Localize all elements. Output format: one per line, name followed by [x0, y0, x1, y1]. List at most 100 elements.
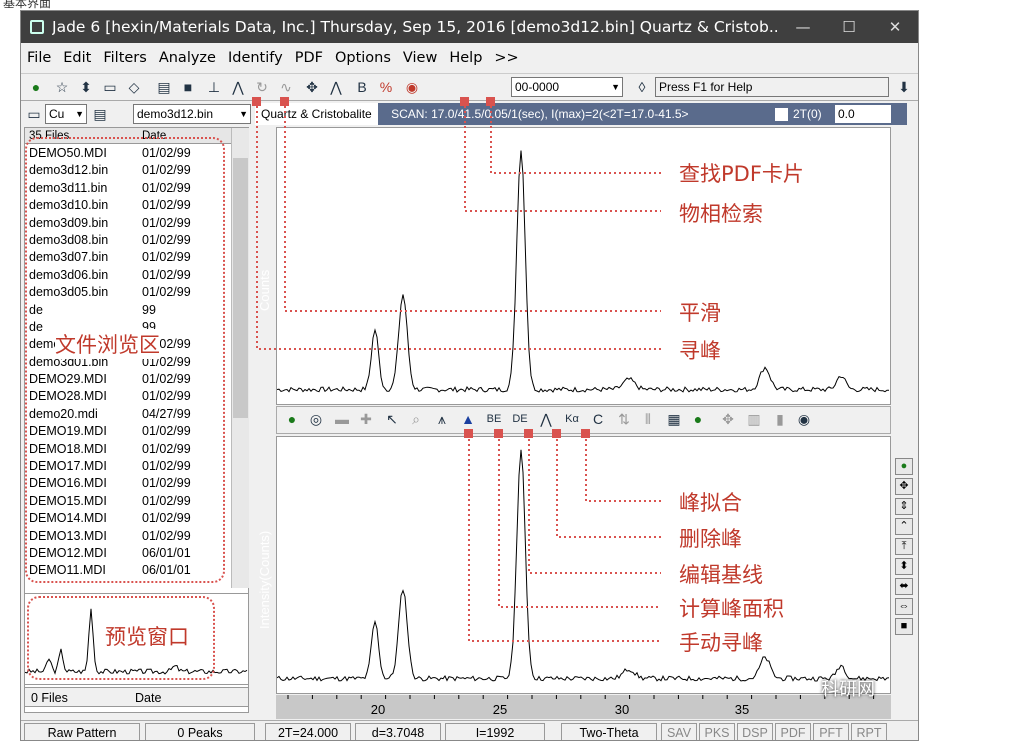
tab-dsp[interactable]: DSP: [737, 723, 773, 740]
peak-fit-icon[interactable]: ⋀: [535, 409, 557, 430]
tab-pks[interactable]: PKS: [699, 723, 735, 740]
plus-icon[interactable]: ✚: [355, 409, 377, 430]
noise-icon[interactable]: ∿: [275, 77, 297, 98]
menu-pdf[interactable]: PDF: [289, 50, 329, 66]
bottom-file-count: 0 Files: [31, 691, 68, 705]
menu-help[interactable]: Help: [443, 50, 488, 66]
chart-icon[interactable]: ▮: [769, 409, 791, 430]
twotheta-checkbox[interactable]: [775, 108, 788, 121]
zoom-icon[interactable]: ✥: [301, 77, 323, 98]
menu-options[interactable]: Options: [329, 50, 397, 66]
table-icon[interactable]: ▥: [743, 409, 765, 430]
menu-identify[interactable]: Identify: [222, 50, 289, 66]
peak-search-icon[interactable]: ⊥: [203, 77, 225, 98]
file-list-scrollbar[interactable]: [231, 128, 249, 588]
adjust-icon[interactable]: ⇅: [613, 409, 635, 430]
pattern-plot-bottom[interactable]: [276, 436, 891, 694]
title-bar: Jade 6 [hexin/Materials Data, Inc.] Thur…: [21, 11, 918, 43]
tab-pdf[interactable]: PDF: [775, 723, 811, 740]
menu-view[interactable]: View: [397, 50, 443, 66]
right-expand-icon[interactable]: ⇕: [895, 498, 913, 515]
open-icon[interactable]: ▭: [99, 77, 121, 98]
right-updown-icon[interactable]: ⬍: [895, 558, 913, 575]
file-combo[interactable]: demo3d12.bin ▼: [133, 104, 251, 124]
right-expandx-icon[interactable]: ⇔: [895, 598, 913, 615]
select-icon[interactable]: ↖: [381, 409, 403, 430]
menu-edit[interactable]: Edit: [57, 50, 97, 66]
edit-baseline-icon[interactable]: BE: [483, 409, 505, 430]
menu-more[interactable]: >>: [488, 50, 524, 66]
save-icon[interactable]: ■: [177, 77, 199, 98]
label-file-browser: 文件浏览区: [55, 329, 160, 359]
label-manual-peak: 手动寻峰: [679, 631, 763, 655]
status-d: d=3.7048: [355, 723, 441, 740]
status-bar: Raw Pattern 0 Peaks 2T=24.000 d=3.7048 I…: [21, 720, 918, 740]
stop-icon[interactable]: ◎: [305, 409, 327, 430]
minus-icon[interactable]: ▬: [331, 409, 353, 430]
peak-area-icon[interactable]: ▲: [457, 409, 479, 430]
magnify-icon[interactable]: ⌕: [405, 409, 427, 430]
move-icon[interactable]: ✥: [717, 409, 739, 430]
status-twotheta: 2T=24.000: [265, 723, 351, 740]
label-peak-search: 寻峰: [679, 339, 721, 363]
status-mode: Raw Pattern: [24, 723, 140, 740]
minimize-button[interactable]: —: [780, 18, 826, 36]
flask-icon[interactable]: ◊: [631, 77, 653, 98]
delete-peak-icon[interactable]: DE: [509, 409, 531, 430]
right-stop-icon[interactable]: ■: [895, 618, 913, 635]
pdf-card-icon[interactable]: ◉: [401, 77, 423, 98]
tab-rpt[interactable]: RPT: [851, 723, 887, 740]
right-top-icon[interactable]: ⤒: [895, 538, 913, 555]
menu-file[interactable]: File: [21, 50, 57, 66]
tab-sav[interactable]: SAV: [661, 723, 697, 740]
app-icon: [30, 20, 44, 34]
right-leftright-icon[interactable]: ⬌: [895, 578, 913, 595]
filter-icon[interactable]: ▤: [89, 104, 111, 125]
eraser-icon[interactable]: ◇: [123, 77, 145, 98]
right-move-icon[interactable]: ✥: [895, 478, 913, 495]
scan-parameters: SCAN: 17.0/41.5/0.05/1(sec), I(max)=2(<2…: [391, 107, 689, 121]
menu-filters[interactable]: Filters: [97, 50, 152, 66]
peak-toolbar: ● ◎ ▬ ✚ ↖ ⌕ ⩚ ▲ BE DE ⋀ Kα C ⇅ ⫴ ▦ ● ✥ ▥…: [276, 406, 891, 434]
print-icon[interactable]: ▤: [153, 77, 175, 98]
maximize-button[interactable]: ☐: [826, 18, 872, 36]
manual-peak-icon[interactable]: ⩚: [431, 409, 453, 430]
twotheta-input[interactable]: 0.0: [835, 105, 891, 123]
target-icon[interactable]: ◉: [793, 409, 815, 430]
fit-icon[interactable]: ⋀: [325, 77, 347, 98]
two-theta-axis: 20 25 30 35: [276, 695, 891, 719]
smooth-icon[interactable]: ⋀: [227, 77, 249, 98]
help-icon[interactable]: ●: [25, 77, 47, 98]
phase-search-icon[interactable]: %: [375, 77, 397, 98]
x-tick-label: 30: [615, 702, 629, 717]
jade-window: Jade 6 [hexin/Materials Data, Inc.] Thur…: [20, 10, 919, 741]
window-title: Jade 6 [hexin/Materials Data, Inc.] Thur…: [52, 18, 780, 36]
main-toolbar: ● ☆ ⬍ ▭ ◇ ▤ ■ ⊥ ⋀ ↻ ∿ ✥ ⋀ B % ◉ 00-0000 ▼…: [21, 73, 918, 101]
folder-icon[interactable]: ▭: [23, 104, 45, 125]
scan-info-bar: Quartz & Cristobalite SCAN: 17.0/41.5/0.…: [255, 103, 907, 125]
status-intensity: I=1992: [445, 723, 545, 740]
bg-icon[interactable]: B: [351, 77, 373, 98]
x-tick-label: 35: [735, 702, 749, 717]
help-icon-2[interactable]: ●: [281, 409, 303, 430]
grid-icon[interactable]: ▦: [663, 409, 685, 430]
tab-pft[interactable]: PFT: [813, 723, 849, 740]
menu-analyze[interactable]: Analyze: [153, 50, 222, 66]
pin-icon[interactable]: ⬇: [893, 77, 915, 98]
calc-icon[interactable]: C: [587, 409, 609, 430]
rotate-icon[interactable]: ↻: [251, 77, 273, 98]
help-icon-3[interactable]: ●: [687, 409, 709, 430]
label-peak-fit: 峰拟合: [679, 491, 742, 515]
bars-icon[interactable]: ⫴: [637, 409, 659, 430]
right-up-icon[interactable]: ⌃: [895, 518, 913, 535]
pdf-combo[interactable]: 00-0000 ▼: [511, 77, 623, 97]
updown-icon[interactable]: ⬍: [75, 77, 97, 98]
wizard-icon[interactable]: ☆: [51, 77, 73, 98]
right-help-icon[interactable]: ●: [895, 458, 913, 475]
element-combo[interactable]: Cu ▼: [45, 104, 87, 124]
bottom-date-header[interactable]: Date: [135, 688, 161, 708]
label-phase-search: 物相检索: [679, 202, 763, 226]
kalpha-icon[interactable]: Kα: [561, 409, 583, 430]
close-button[interactable]: ✕: [872, 18, 918, 36]
file-toolbar: ▭ Cu ▼ ▤ demo3d12.bin ▼ Quartz & Cristobal…: [21, 103, 918, 125]
